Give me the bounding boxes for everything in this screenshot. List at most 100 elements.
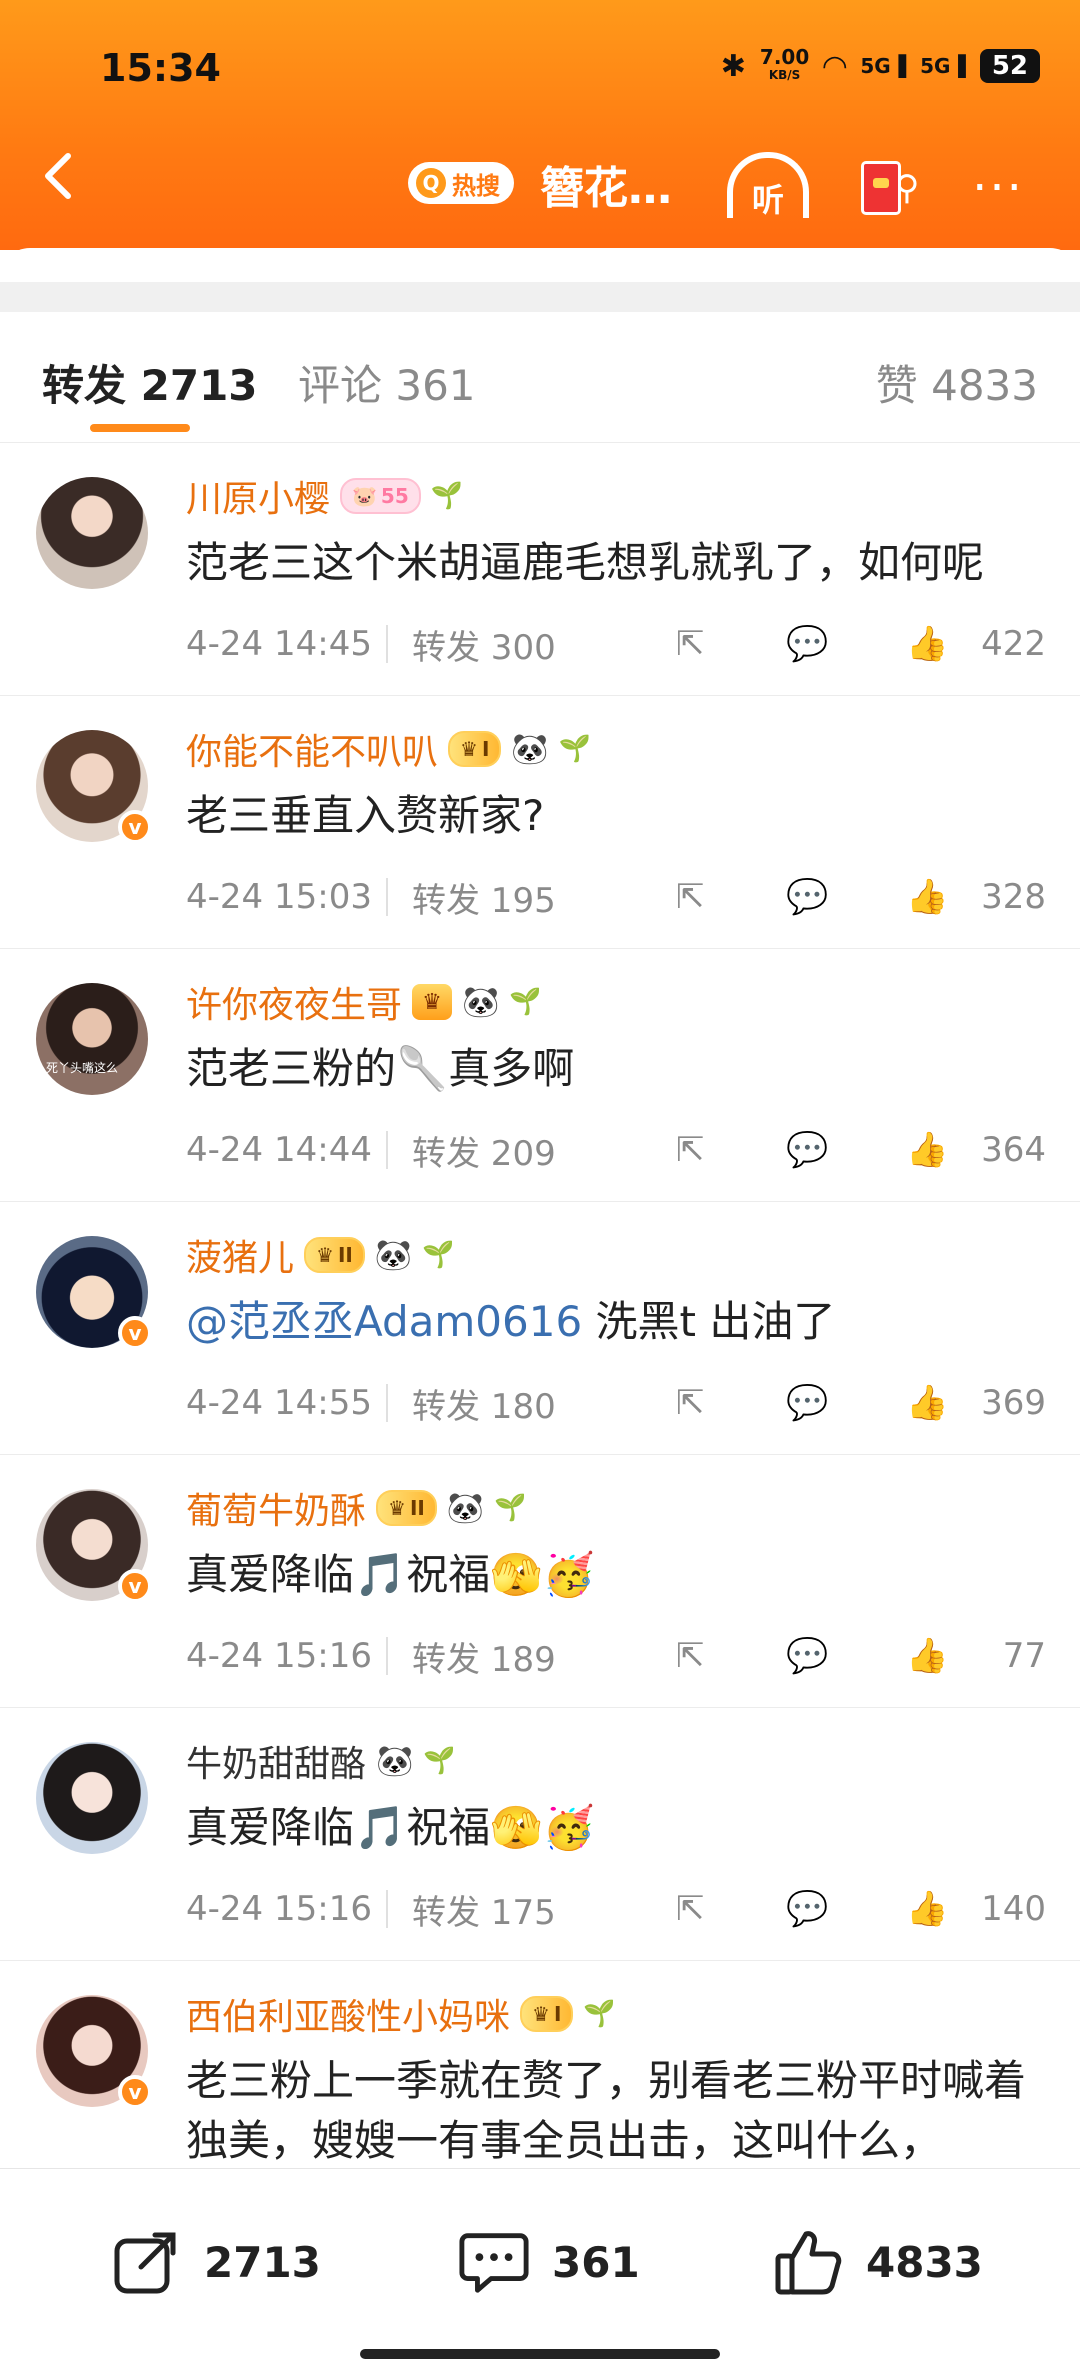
share-icon[interactable]: ⇱ — [676, 1636, 705, 1676]
list-item[interactable]: 死丫头嘴这么 许你夜夜生哥 ♛ 🐼 🌱 范老三粉的🥄真多啊 4-24 14:44… — [0, 949, 1080, 1202]
comment-icon[interactable]: 💬 — [786, 1889, 828, 1929]
comment-icon[interactable]: 💬 — [786, 1636, 828, 1676]
share-icon[interactable]: ⇱ — [676, 877, 705, 917]
repost-count[interactable]: 转发 189 — [412, 1632, 632, 1681]
signal-1-label: 5G — [860, 54, 891, 78]
like-icon[interactable]: 👍 — [906, 624, 948, 664]
avatar[interactable]: 死丫头嘴这么 — [36, 983, 148, 1095]
like-icon[interactable]: 👍 — [906, 1889, 948, 1929]
like-icon[interactable]: 👍 — [906, 877, 948, 917]
headphones-icon[interactable]: 听 — [727, 148, 809, 228]
share-icon — [110, 2226, 182, 2298]
share-icon[interactable]: ⇱ — [676, 1383, 705, 1423]
meta-line: 4-24 15:03 转发 195 ⇱ 💬 👍 328 — [186, 872, 1046, 922]
username[interactable]: 川原小樱 — [186, 470, 330, 522]
listen-label: 听 — [751, 181, 784, 219]
home-indicator[interactable] — [360, 2349, 720, 2359]
list-item[interactable]: 牛奶甜甜酪 🐼 🌱 真爱降临🎵祝福🫣🥳 4-24 15:16 转发 175 ⇱ … — [0, 1708, 1080, 1961]
avatar[interactable]: v — [36, 1995, 152, 2109]
fan-badge-level: 55 — [380, 484, 409, 508]
share-icon[interactable]: ⇱ — [676, 1130, 705, 1170]
comment-icon[interactable]: 💬 — [786, 1130, 828, 1170]
avatar[interactable]: v — [36, 730, 152, 844]
member-badge-level: I — [553, 2002, 562, 2026]
divider-strip — [0, 282, 1080, 312]
hot-search-icon: Q — [416, 168, 446, 198]
verified-icon: v — [118, 1569, 152, 1603]
list-item[interactable]: 川原小樱 🐷 55 🌱 范老三这个米胡逼鹿毛想乳就乳了，如何呢 4-24 14:4… — [0, 443, 1080, 696]
panda-icon: 🐼 — [376, 1743, 414, 1779]
panda-icon: 🐼 — [446, 1490, 485, 1526]
comment-icon[interactable]: 💬 — [786, 877, 828, 917]
sprout-icon: 🌱 — [583, 1999, 616, 2029]
tab-comment[interactable]: 评论 361 — [298, 352, 476, 413]
list-item[interactable]: v 你能不能不叭叭 ♛ I 🐼 🌱 老三垂直入赘新家? 4-24 15:03 转发… — [0, 696, 1080, 949]
sprout-icon: 🌱 — [509, 987, 542, 1017]
hot-search-badge[interactable]: Q 热搜 — [408, 162, 514, 204]
member-badge-level: I — [481, 737, 490, 761]
share-icon[interactable]: ⇱ — [676, 624, 705, 664]
network-speed-unit: KB/S — [768, 68, 801, 82]
divider — [386, 625, 388, 663]
bottom-action-bar: 2713 361 4833 — [0, 2168, 1080, 2378]
repost-button[interactable]: 2713 — [110, 2217, 321, 2307]
like-icon[interactable]: 👍 — [906, 1383, 948, 1423]
avatar[interactable]: v — [36, 1489, 152, 1603]
avatar[interactable]: v — [36, 1236, 152, 1350]
like-count: 422 — [981, 624, 1046, 664]
name-line: 牛奶甜甜酪 🐼 🌱 — [186, 1736, 456, 1786]
signal-2-label: 5G — [920, 54, 951, 78]
meta-line: 4-24 15:16 转发 175 ⇱ 💬 👍 140 — [186, 1884, 1046, 1934]
share-icon[interactable]: ⇱ — [676, 1889, 705, 1929]
username[interactable]: 西伯利亚酸性小妈咪 — [186, 1988, 510, 2040]
repost-count[interactable]: 转发 195 — [412, 873, 632, 922]
like-icon[interactable]: 👍 — [906, 1636, 948, 1676]
username[interactable]: 菠猪儿 — [186, 1229, 294, 1281]
repost-count[interactable]: 转发 209 — [412, 1126, 632, 1175]
more-icon[interactable]: ··· — [958, 148, 1038, 228]
username[interactable]: 许你夜夜生哥 — [186, 976, 402, 1028]
timestamp: 4-24 14:45 — [186, 624, 372, 664]
like-count: 369 — [981, 1383, 1046, 1423]
repost-content: 真爱降临🎵祝福🫣🥳 — [186, 1803, 595, 1852]
back-arrow-icon[interactable] — [30, 146, 90, 206]
avatar[interactable] — [36, 1742, 148, 1854]
avatar[interactable] — [36, 477, 148, 589]
timestamp: 4-24 14:44 — [186, 1130, 372, 1170]
topic-title[interactable]: 簪花… — [540, 152, 672, 216]
member-badge: ♛ II — [376, 1490, 437, 1526]
comment-icon[interactable]: 💬 — [786, 624, 828, 664]
verified-icon: v — [118, 1316, 152, 1350]
like-button[interactable]: 4833 — [772, 2217, 983, 2307]
like-count: 364 — [981, 1130, 1046, 1170]
username[interactable]: 牛奶甜甜酪 — [186, 1735, 366, 1787]
sprout-icon: 🌱 — [494, 1493, 527, 1523]
name-line: 许你夜夜生哥 ♛ 🐼 🌱 — [186, 977, 542, 1027]
like-icon[interactable]: 👍 — [906, 1130, 948, 1170]
tab-repost[interactable]: 转发 2713 — [42, 352, 258, 413]
list-item[interactable]: v 菠猪儿 ♛ II 🐼 🌱 @范丞丞Adam0616 洗黑t 出油了 4-24 … — [0, 1202, 1080, 1455]
red-packet-search-icon[interactable]: ⚲ — [850, 148, 930, 228]
timestamp: 4-24 15:16 — [186, 1889, 372, 1929]
list-item[interactable]: v 葡萄牛奶酥 ♛ II 🐼 🌱 真爱降临🎵祝福🫣🥳 4-24 15:16 转发 … — [0, 1455, 1080, 1708]
username[interactable]: 你能不能不叭叭 — [186, 723, 438, 775]
divider — [386, 878, 388, 916]
repost-count[interactable]: 转发 175 — [412, 1885, 632, 1934]
meta-line: 4-24 14:44 转发 209 ⇱ 💬 👍 364 — [186, 1125, 1046, 1175]
repost-count[interactable]: 转发 300 — [412, 620, 632, 669]
status-bar: 15:34 ✱ 7.00 KB/S ◠ 5G▐ 5G▐ 52 — [0, 0, 1080, 140]
panda-icon: 🐼 — [462, 984, 500, 1020]
verified-icon: v — [118, 2075, 152, 2109]
repost-count[interactable]: 转发 180 — [412, 1379, 632, 1428]
username[interactable]: 葡萄牛奶酥 — [186, 1482, 366, 1534]
header: 15:34 ✱ 7.00 KB/S ◠ 5G▐ 5G▐ 52 Q 热搜 簪花… … — [0, 0, 1080, 250]
sprout-icon: 🌱 — [423, 1746, 456, 1776]
name-line: 你能不能不叭叭 ♛ I 🐼 🌱 — [186, 724, 591, 774]
comment-button[interactable]: 361 — [458, 2217, 640, 2307]
tab-like[interactable]: 赞 4833 — [876, 352, 1038, 413]
comment-icon[interactable]: 💬 — [786, 1383, 828, 1423]
like-icon — [772, 2226, 844, 2298]
user-mention-link[interactable]: @范丞丞Adam0616 — [186, 1297, 582, 1346]
repost-content: 范老三粉的🥄真多啊 — [186, 1044, 575, 1093]
comment-total: 361 — [552, 2237, 640, 2287]
